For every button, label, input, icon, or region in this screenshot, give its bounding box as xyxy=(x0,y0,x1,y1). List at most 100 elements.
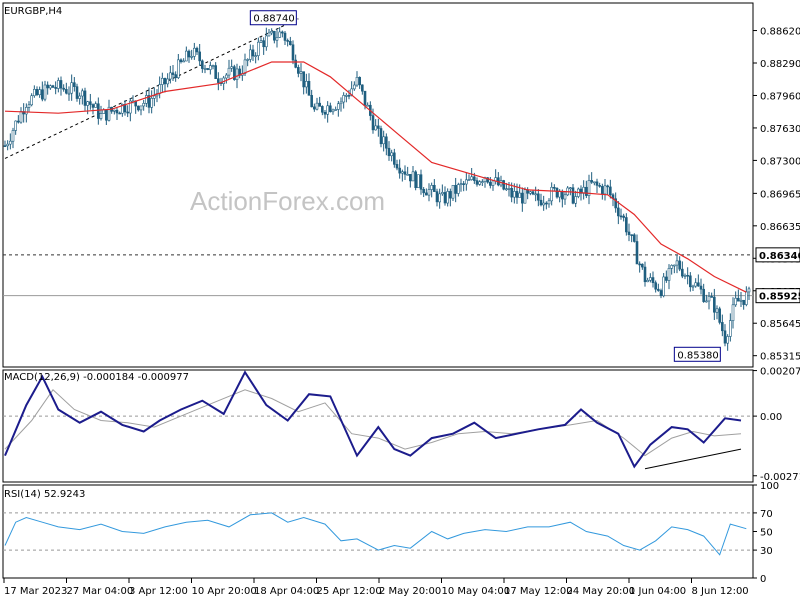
candle-body xyxy=(281,31,284,34)
candle-body xyxy=(289,40,292,46)
candle-body xyxy=(699,285,703,290)
candle-body xyxy=(443,192,447,204)
candle-body xyxy=(534,193,537,196)
candle-body xyxy=(251,49,255,57)
time-tick-label: 3 Apr 12:00 xyxy=(129,586,188,597)
candle-body xyxy=(70,82,73,94)
candle-body xyxy=(401,171,404,174)
candle-body xyxy=(470,176,473,180)
candle-body xyxy=(657,288,660,291)
candle-body xyxy=(142,103,145,107)
candle-body xyxy=(321,106,324,113)
candle-body xyxy=(177,59,180,78)
candle-body xyxy=(353,84,356,90)
candle-body xyxy=(294,59,297,68)
candle-body xyxy=(673,264,676,267)
candle-body xyxy=(54,87,57,89)
candle-body xyxy=(737,297,740,302)
candle-body xyxy=(707,296,711,302)
candle-body xyxy=(38,89,41,96)
candle-body xyxy=(713,296,716,313)
candle-body xyxy=(721,322,724,332)
candle-body xyxy=(235,68,239,80)
candle-body xyxy=(46,84,49,89)
candle-body xyxy=(193,47,196,57)
candle-body xyxy=(97,103,100,119)
candle-body xyxy=(302,71,305,88)
candle-body xyxy=(598,185,601,187)
candle-body xyxy=(689,275,692,288)
time-tick-label: 8 Jun 12:00 xyxy=(692,586,749,597)
candle-body xyxy=(406,174,409,176)
candle-body xyxy=(457,184,460,194)
candle-body xyxy=(11,130,15,142)
candle-body xyxy=(249,49,252,60)
candle-body xyxy=(435,191,439,203)
candle-body xyxy=(558,191,561,198)
candle-body xyxy=(510,188,513,198)
candle-body xyxy=(462,183,465,185)
candle-body xyxy=(665,276,668,281)
candle-body xyxy=(171,72,175,75)
candle-body xyxy=(627,231,631,235)
rsi-tick-label: 30 xyxy=(760,546,773,557)
candle-body xyxy=(731,304,735,321)
candle-body xyxy=(606,185,609,188)
candle-body xyxy=(718,308,721,323)
candle-body xyxy=(654,282,657,290)
price-annotation: 0.88740 xyxy=(253,14,294,25)
candle-body xyxy=(625,217,628,233)
candle-body xyxy=(659,290,663,297)
moving-average-line xyxy=(4,61,747,293)
candle-body xyxy=(670,265,673,269)
candle-body xyxy=(118,112,121,115)
candle-body xyxy=(67,92,71,95)
candle-body xyxy=(230,66,233,69)
candle-body xyxy=(3,145,7,147)
candle-body xyxy=(561,191,564,200)
candle-body xyxy=(217,78,220,83)
candle-body xyxy=(323,111,327,115)
candle-body xyxy=(283,32,287,41)
candle-body xyxy=(254,55,257,57)
candle-body xyxy=(619,215,623,218)
candle-body xyxy=(105,109,108,121)
candle-body xyxy=(297,67,300,74)
candle-body xyxy=(723,330,727,344)
candle-body xyxy=(139,105,143,111)
candle-body xyxy=(307,80,311,96)
candle-body xyxy=(174,74,177,78)
candle-body xyxy=(465,179,468,185)
candle-body xyxy=(382,136,385,145)
candle-body xyxy=(19,111,23,123)
rsi-tick-label: 50 xyxy=(760,528,773,539)
macd-line xyxy=(4,370,742,469)
candle-body xyxy=(225,74,228,79)
price-tick-label: 0.87630 xyxy=(760,124,800,135)
candle-body xyxy=(662,276,665,297)
candle-body xyxy=(331,109,335,113)
candle-body xyxy=(403,171,407,175)
header-rsi: RSI(14) 52.9243 xyxy=(4,489,85,500)
time-tick-label: 17 Mar 2023 xyxy=(4,586,67,597)
candle-body xyxy=(326,105,329,115)
macd-signal-line xyxy=(4,389,742,457)
candle-body xyxy=(89,101,92,105)
level-label: 0.85925 xyxy=(759,292,800,303)
candle-body xyxy=(115,109,119,114)
candle-body xyxy=(425,192,428,196)
price-tick-label: 0.85315 xyxy=(760,352,800,363)
candle-body xyxy=(334,109,337,111)
candle-body xyxy=(99,113,103,119)
candle-body xyxy=(747,288,751,293)
candle-body xyxy=(214,65,217,79)
price-tick-label: 0.87300 xyxy=(760,156,800,167)
candle-body xyxy=(553,186,556,189)
candle-body xyxy=(697,282,700,287)
header-macd: MACD(12,26,9) -0.000184 -0.000977 xyxy=(4,372,189,383)
candle-body xyxy=(57,80,60,89)
candle-body xyxy=(601,186,604,195)
candle-body xyxy=(339,101,343,105)
candle-body xyxy=(78,95,81,99)
candle-body xyxy=(433,185,436,192)
